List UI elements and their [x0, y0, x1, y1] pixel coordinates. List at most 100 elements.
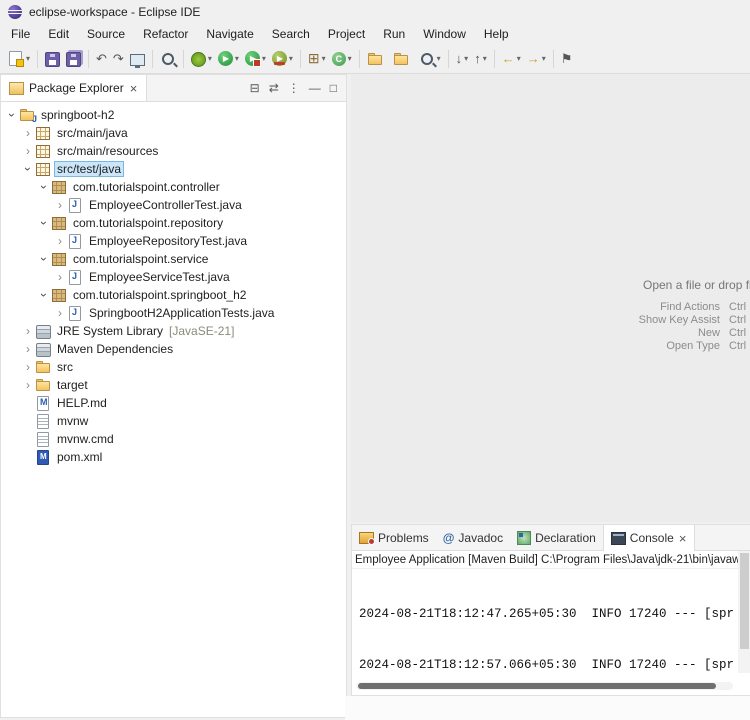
- expander-icon[interactable]: ›: [53, 270, 67, 284]
- tree-item-label: EmployeeControllerTest.java: [89, 198, 242, 212]
- open-console-button[interactable]: [127, 47, 148, 71]
- view-menu-icon[interactable]: ⋮: [288, 81, 300, 95]
- menu-file[interactable]: File: [2, 25, 39, 43]
- hint-find-actions: Find Actions: [660, 300, 720, 313]
- tree-item-label: EmployeeServiceTest.java: [89, 270, 230, 284]
- undo-button[interactable]: ↶: [93, 47, 110, 71]
- save-button[interactable]: [42, 47, 63, 71]
- tree-item-help-md[interactable]: › M HELP.md: [1, 394, 346, 412]
- library-icon: [35, 323, 51, 339]
- expander-icon[interactable]: ›: [21, 324, 35, 338]
- tree-item-maven-dependencies[interactable]: › Maven Dependencies: [1, 340, 346, 358]
- expander-icon[interactable]: ›: [21, 378, 35, 392]
- package-explorer-panel: Package Explorer × ⊟ ⇄ ⋮ — □ › J springb…: [0, 74, 347, 718]
- expander-icon[interactable]: ›: [37, 252, 51, 266]
- open-folder-button[interactable]: [390, 47, 416, 71]
- tab-console[interactable]: Console ×: [602, 525, 696, 551]
- external-tools-button[interactable]: ▶ ▾: [242, 47, 269, 71]
- package-explorer-tab-label: Package Explorer: [29, 81, 124, 95]
- minimize-icon[interactable]: —: [309, 81, 321, 95]
- tab-package-explorer[interactable]: Package Explorer ×: [1, 75, 148, 101]
- tree-item-mvnw-cmd[interactable]: › mvnw.cmd: [1, 430, 346, 448]
- tab-declaration[interactable]: Declaration: [510, 525, 603, 550]
- maximize-icon[interactable]: □: [330, 81, 337, 95]
- prev-annotation-button[interactable]: ↑ ▾: [471, 47, 490, 71]
- tree-item-package-service[interactable]: › com.tutorialspoint.service: [1, 250, 346, 268]
- expander-icon[interactable]: ›: [37, 288, 51, 302]
- close-icon[interactable]: ×: [129, 81, 139, 96]
- collapse-all-icon[interactable]: ⊟: [250, 81, 260, 95]
- tree-item-src-test-java[interactable]: › src/test/java: [1, 160, 346, 178]
- menu-edit[interactable]: Edit: [39, 25, 78, 43]
- link-with-editor-icon[interactable]: ⇄: [269, 81, 279, 95]
- horizontal-scrollbar-thumb[interactable]: [358, 683, 717, 689]
- menu-project[interactable]: Project: [319, 25, 374, 43]
- tree-item-springboot-h2[interactable]: › J springboot-h2: [1, 106, 346, 124]
- tree-item-package-controller[interactable]: › com.tutorialspoint.controller: [1, 178, 346, 196]
- coverage-button[interactable]: ▶ ▾: [269, 47, 296, 71]
- tree-item-package-springboot-h2[interactable]: › com.tutorialspoint.springboot_h2: [1, 286, 346, 304]
- tree-item-employee-repository-test[interactable]: › J EmployeeRepositoryTest.java: [1, 232, 346, 250]
- redo-button[interactable]: ↷: [110, 47, 127, 71]
- tree-item-employee-service-test[interactable]: › J EmployeeServiceTest.java: [1, 268, 346, 286]
- expander-icon[interactable]: ›: [53, 198, 67, 212]
- toolbar-separator: [493, 49, 495, 68]
- back-button[interactable]: ← ▾: [499, 47, 524, 71]
- menu-source[interactable]: Source: [78, 25, 134, 43]
- menu-refactor[interactable]: Refactor: [134, 25, 197, 43]
- tree-item-src-main-resources[interactable]: › src/main/resources: [1, 142, 346, 160]
- new-java-project-button[interactable]: ⊞ ▾: [305, 47, 329, 71]
- next-annotation-button[interactable]: ↓ ▾: [453, 47, 472, 71]
- tree-item-src[interactable]: › src: [1, 358, 346, 376]
- expander-icon[interactable]: ›: [53, 234, 67, 248]
- tab-problems[interactable]: Problems: [352, 525, 436, 550]
- vertical-scrollbar[interactable]: [738, 551, 750, 673]
- tree-item-mvnw[interactable]: › mvnw: [1, 412, 346, 430]
- editor-area[interactable]: Open a file or drop files he Find Action…: [351, 74, 750, 522]
- expander-icon[interactable]: ›: [21, 144, 35, 158]
- close-icon[interactable]: ×: [678, 531, 688, 546]
- tree-item-jre-system-library[interactable]: › JRE System Library [JavaSE-21]: [1, 322, 346, 340]
- dropdown-icon: ▾: [516, 54, 521, 63]
- save-all-button[interactable]: [63, 47, 84, 71]
- pin-editor-button[interactable]: ⚑: [558, 47, 576, 71]
- menu-window[interactable]: Window: [414, 25, 475, 43]
- expander-icon[interactable]: ›: [37, 180, 51, 194]
- tree-item-employee-controller-test[interactable]: › J EmployeeControllerTest.java: [1, 196, 346, 214]
- run-button[interactable]: ▶ ▾: [215, 47, 242, 71]
- package-icon: [51, 215, 67, 231]
- folder-icon: [35, 359, 51, 375]
- tree-item-src-main-java[interactable]: › src/main/java: [1, 124, 346, 142]
- project-tree: › J springboot-h2 › src/main/java › src/…: [1, 102, 346, 466]
- pom-file-icon: M: [35, 449, 51, 465]
- expander-icon[interactable]: ›: [21, 342, 35, 356]
- expander-icon[interactable]: ›: [21, 360, 35, 374]
- horizontal-scrollbar[interactable]: [356, 682, 733, 690]
- tree-item-springbooth2-application-tests[interactable]: › J SpringbootH2ApplicationTests.java: [1, 304, 346, 322]
- tree-item-pom-xml[interactable]: › M pom.xml: [1, 448, 346, 466]
- tree-item-label: SpringbootH2ApplicationTests.java: [89, 306, 275, 320]
- toolbar-separator: [37, 49, 39, 68]
- tree-item-target[interactable]: › target: [1, 376, 346, 394]
- forward-button[interactable]: → ▾: [524, 47, 549, 71]
- expander-icon[interactable]: ›: [21, 126, 35, 140]
- search-small-button[interactable]: [157, 47, 179, 71]
- debug-button[interactable]: ▾: [188, 47, 215, 71]
- pin-icon: ⚑: [560, 51, 573, 66]
- menu-help[interactable]: Help: [475, 25, 518, 43]
- new-wizard-button[interactable]: ▾: [4, 47, 33, 71]
- new-class-button[interactable]: C ▾: [329, 47, 355, 71]
- expander-icon[interactable]: ›: [53, 306, 67, 320]
- search-button[interactable]: ▾: [416, 47, 444, 71]
- menu-navigate[interactable]: Navigate: [197, 25, 262, 43]
- tree-item-package-repository[interactable]: › com.tutorialspoint.repository: [1, 214, 346, 232]
- open-jar-button[interactable]: [364, 47, 390, 71]
- expander-icon[interactable]: ›: [37, 216, 51, 230]
- tab-javadoc[interactable]: @ Javadoc: [436, 525, 510, 550]
- vertical-scrollbar-thumb[interactable]: [740, 553, 749, 649]
- expander-icon[interactable]: ›: [21, 162, 35, 176]
- expander-icon[interactable]: ›: [5, 108, 19, 122]
- menu-search[interactable]: Search: [263, 25, 319, 43]
- prev-annotation-icon: ↑: [474, 51, 481, 66]
- menu-run[interactable]: Run: [374, 25, 414, 43]
